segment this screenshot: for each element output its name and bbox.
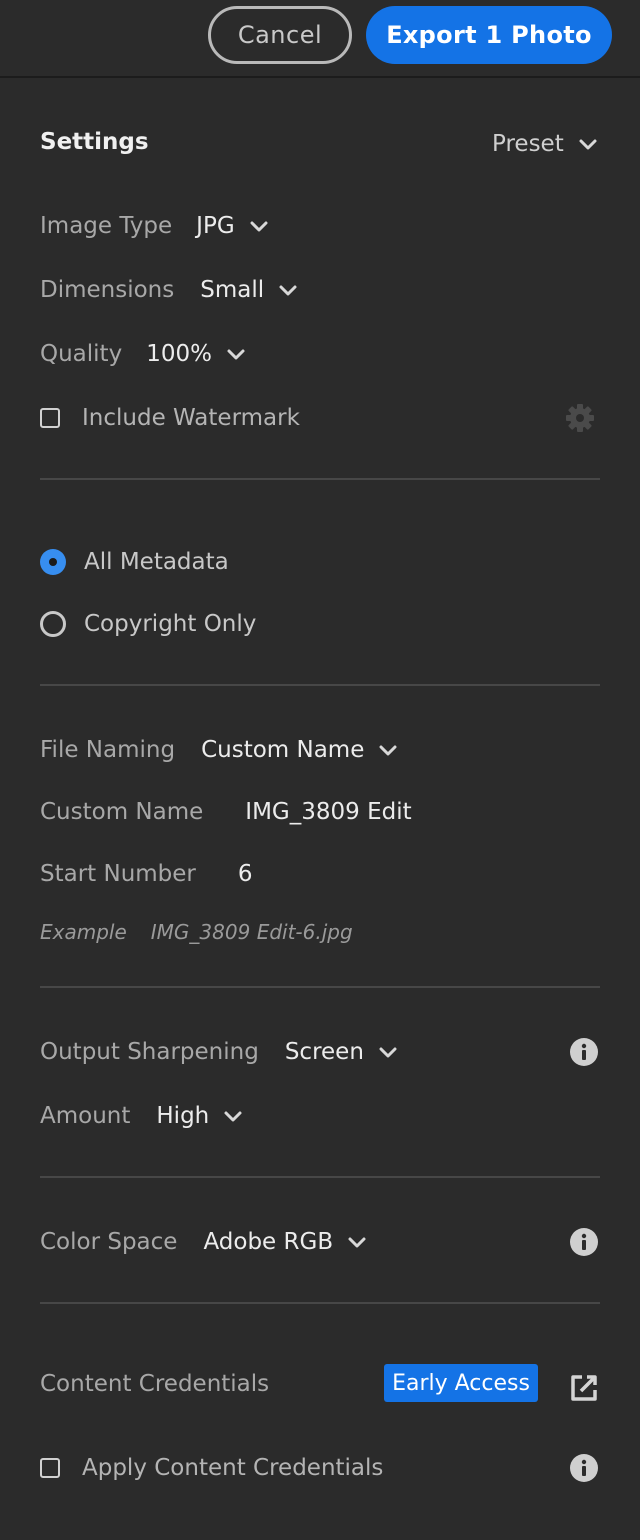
metadata-option-all[interactable]: All Metadata xyxy=(40,542,229,582)
apply-content-credentials-label: Apply Content Credentials xyxy=(82,1455,384,1481)
quality-dropdown[interactable]: 100% xyxy=(146,341,246,367)
all-metadata-label: All Metadata xyxy=(84,549,229,575)
external-link-icon[interactable] xyxy=(568,1372,600,1404)
start-number-input[interactable]: 6 xyxy=(238,861,253,887)
custom-name-input[interactable]: IMG_3809 Edit xyxy=(245,799,411,825)
start-number-row: Start Number 6 xyxy=(40,854,253,894)
divider xyxy=(40,986,600,988)
divider xyxy=(40,478,600,480)
amount-dropdown[interactable]: High xyxy=(156,1103,243,1129)
color-space-row: Color Space Adobe RGB xyxy=(40,1222,367,1262)
example-label: Example xyxy=(40,920,127,944)
chevron-down-icon xyxy=(378,1042,398,1062)
color-space-dropdown[interactable]: Adobe RGB xyxy=(203,1229,367,1255)
cancel-button[interactable]: Cancel xyxy=(208,6,352,64)
settings-title: Settings xyxy=(40,129,149,155)
chevron-down-icon xyxy=(226,344,246,364)
start-number-label: Start Number xyxy=(40,861,196,887)
file-naming-label: File Naming xyxy=(40,737,176,763)
top-toolbar: Cancel Export 1 Photo xyxy=(0,0,640,78)
amount-label: Amount xyxy=(40,1103,131,1129)
output-sharpening-dropdown[interactable]: Screen xyxy=(285,1039,398,1065)
file-naming-row: File Naming Custom Name xyxy=(40,730,398,770)
early-access-badge: Early Access xyxy=(384,1364,538,1402)
example-value: IMG_3809 Edit-6.jpg xyxy=(150,920,353,944)
copyright-only-label: Copyright Only xyxy=(84,611,257,637)
quality-value: 100% xyxy=(146,341,212,367)
radio-all-metadata[interactable] xyxy=(40,549,66,575)
dimensions-value: Small xyxy=(200,277,265,303)
output-sharpening-value: Screen xyxy=(284,1039,364,1065)
divider xyxy=(40,1302,600,1304)
watermark-label: Include Watermark xyxy=(82,405,300,431)
divider xyxy=(40,684,600,686)
image-type-value: JPG xyxy=(196,213,235,239)
metadata-option-copyright[interactable]: Copyright Only xyxy=(40,604,256,644)
custom-name-label: Custom Name xyxy=(40,799,204,825)
watermark-row[interactable]: Include Watermark xyxy=(40,398,300,438)
apply-content-credentials-row[interactable]: Apply Content Credentials xyxy=(40,1448,383,1488)
preset-dropdown[interactable]: Preset xyxy=(492,124,598,164)
dimensions-label: Dimensions xyxy=(40,277,175,303)
chevron-down-icon xyxy=(223,1106,243,1126)
amount-value: High xyxy=(156,1103,210,1129)
color-space-label: Color Space xyxy=(40,1229,178,1255)
info-icon[interactable] xyxy=(570,1038,598,1066)
chevron-down-icon xyxy=(578,134,598,154)
output-sharpening-row: Output Sharpening Screen xyxy=(40,1032,398,1072)
watermark-checkbox[interactable] xyxy=(40,408,60,428)
example-row: Example IMG_3809 Edit-6.jpg xyxy=(40,912,353,952)
output-sharpening-label: Output Sharpening xyxy=(40,1039,259,1065)
settings-header: Settings xyxy=(40,122,149,162)
image-type-row: Image Type JPG xyxy=(40,206,269,246)
gear-icon[interactable] xyxy=(564,402,596,434)
chevron-down-icon xyxy=(278,280,298,300)
content-credentials-row: Content Credentials xyxy=(40,1364,269,1404)
chevron-down-icon xyxy=(249,216,269,236)
info-icon[interactable] xyxy=(570,1228,598,1256)
custom-name-row: Custom Name IMG_3809 Edit xyxy=(40,792,412,832)
image-type-label: Image Type xyxy=(40,213,173,239)
content-credentials-label: Content Credentials xyxy=(40,1371,270,1397)
file-naming-dropdown[interactable]: Custom Name xyxy=(201,737,398,763)
apply-content-credentials-checkbox[interactable] xyxy=(40,1458,60,1478)
radio-copyright-only[interactable] xyxy=(40,611,66,637)
dimensions-row: Dimensions Small xyxy=(40,270,298,310)
image-type-dropdown[interactable]: JPG xyxy=(196,213,268,239)
info-icon[interactable] xyxy=(570,1454,598,1482)
chevron-down-icon xyxy=(347,1232,367,1252)
color-space-value: Adobe RGB xyxy=(203,1229,334,1255)
divider xyxy=(40,1176,600,1178)
export-button[interactable]: Export 1 Photo xyxy=(366,6,612,64)
preset-label: Preset xyxy=(492,131,564,157)
quality-label: Quality xyxy=(40,341,123,367)
dimensions-dropdown[interactable]: Small xyxy=(200,277,298,303)
chevron-down-icon xyxy=(378,740,398,760)
file-naming-value: Custom Name xyxy=(201,737,365,763)
amount-row: Amount High xyxy=(40,1096,243,1136)
quality-row: Quality 100% xyxy=(40,334,246,374)
